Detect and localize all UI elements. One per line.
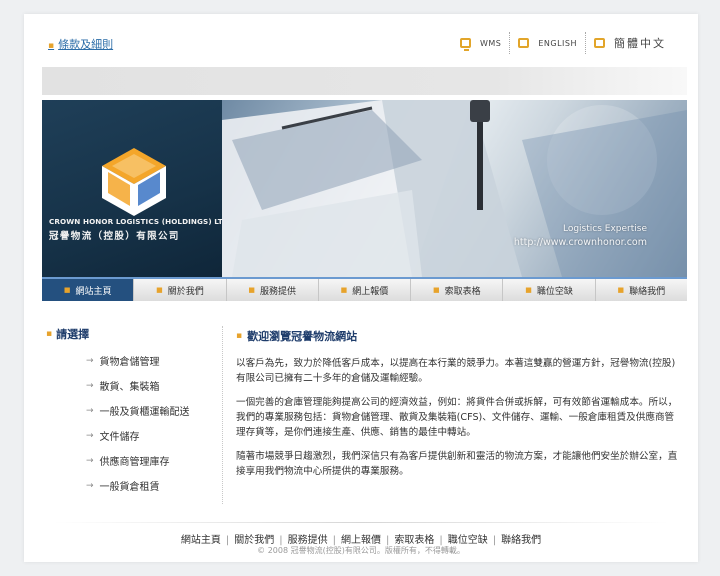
nav-home[interactable]: ■ 網站主頁 bbox=[42, 279, 135, 301]
language-switcher: WMS ENGLISH 簡體中文 bbox=[452, 32, 674, 54]
company-name-chinese: 冠譽物流（控股）有限公司 bbox=[49, 231, 180, 242]
header-band bbox=[42, 67, 687, 95]
lang-simplified-chinese[interactable]: 簡體中文 bbox=[585, 32, 674, 54]
banner-truck-image: Logistics Expertise http://www.crownhono… bbox=[222, 100, 687, 277]
sidebar: ▪ 請選擇 → 貨物倉儲管理 → 散貨、集裝箱 → 一般及貨櫃運輸配送 → 文件儲存 → 供… bbox=[46, 326, 216, 498]
company-name-english: CROWN HONOR LOGISTICS (HOLDINGS) LTD. bbox=[49, 217, 232, 226]
nav-careers[interactable]: ■ 職位空缺 bbox=[503, 279, 596, 301]
sidebar-item-warehouse-management[interactable]: → 貨物倉儲管理 bbox=[46, 348, 216, 373]
arrow-right-icon: → bbox=[86, 405, 94, 416]
sidebar-item-transport-distribution[interactable]: → 一般及貨櫃運輸配送 bbox=[46, 398, 216, 423]
page-container: ▪ 條款及細則 WMS ENGLISH 簡體中文 CROWN HONOR LOG… bbox=[24, 14, 698, 562]
nav-contact-us[interactable]: ■ 聯絡我們 bbox=[596, 279, 687, 301]
lang-wms-label: WMS bbox=[479, 38, 502, 48]
page-title: ▪ 歡迎瀏覽冠譽物流網站 bbox=[236, 328, 681, 344]
sidebar-title: ▪ 請選擇 bbox=[46, 326, 216, 342]
main-nav: ■ 網站主頁 ■ 關於我們 ■ 服務提供 ■ 網上報價 ■ 索取表格 ■ 職位空缺 ■ 聯絡我… bbox=[42, 277, 687, 301]
terms-link-label: 條款及細則 bbox=[58, 38, 114, 51]
sidebar-item-label: 散貨、集裝箱 bbox=[99, 382, 160, 393]
sidebar-item-cfs-container[interactable]: → 散貨、集裝箱 bbox=[46, 373, 216, 398]
copyright: © 2008 冠譽物流(控股)有限公司。版權所有，不得轉載。 bbox=[257, 546, 465, 555]
bullet-icon: ▪ bbox=[46, 329, 53, 339]
arrow-right-icon: → bbox=[86, 430, 94, 441]
nav-services-label: 服務提供 bbox=[260, 286, 297, 297]
truck-illustration bbox=[222, 100, 687, 277]
arrow-right-icon: → bbox=[86, 455, 94, 466]
sidebar-item-warehouse-leasing[interactable]: → 一般貨倉租賃 bbox=[46, 473, 216, 498]
lang-english[interactable]: ENGLISH bbox=[509, 32, 585, 54]
nav-home-label: 網站主頁 bbox=[75, 286, 112, 297]
sidebar-item-label: 貨物倉儲管理 bbox=[99, 357, 160, 368]
lang-simplified-chinese-label: 簡體中文 bbox=[614, 37, 666, 50]
bullet-icon: ▪ bbox=[236, 331, 243, 341]
lang-wms[interactable]: WMS bbox=[452, 32, 509, 54]
nav-online-quote-label: 網上報價 bbox=[352, 286, 389, 297]
sidebar-item-label: 供應商管理庫存 bbox=[99, 457, 170, 468]
nav-online-quote[interactable]: ■ 網上報價 bbox=[319, 279, 412, 301]
nav-marker-icon: ■ bbox=[340, 286, 348, 294]
closing-paragraph: 隨著市場競爭日趨激烈，我們深信只有為客戶提供創新和靈活的物流方案，才能讓他們安坐… bbox=[236, 451, 678, 477]
nav-services[interactable]: ■ 服務提供 bbox=[227, 279, 319, 301]
company-logo-block: CROWN HONOR LOGISTICS (HOLDINGS) LTD. 冠譽… bbox=[42, 100, 232, 277]
arrow-right-icon: → bbox=[86, 480, 94, 491]
banner: CROWN HONOR LOGISTICS (HOLDINGS) LTD. 冠譽… bbox=[42, 100, 687, 277]
nav-marker-icon: ■ bbox=[63, 286, 71, 294]
footer-divider bbox=[54, 522, 669, 523]
sidebar-item-label: 文件儲存 bbox=[99, 432, 140, 443]
nav-about-us[interactable]: ■ 關於我們 bbox=[134, 279, 227, 301]
top-bar: ▪ 條款及細則 WMS ENGLISH 簡體中文 bbox=[24, 14, 698, 66]
nav-careers-label: 職位空缺 bbox=[536, 286, 573, 297]
page-title-label: 歡迎瀏覽冠譽物流網站 bbox=[247, 330, 358, 343]
sidebar-item-label: 一般及貨櫃運輸配送 bbox=[99, 407, 190, 418]
sidebar-item-vendor-managed-inventory[interactable]: → 供應商管理庫存 bbox=[46, 448, 216, 473]
arrow-right-icon: → bbox=[86, 355, 94, 366]
nav-marker-icon: ■ bbox=[248, 286, 255, 294]
sidebar-item-label: 一般貨倉租賃 bbox=[99, 482, 160, 493]
intro-paragraph: 以客戶為先，致力於降低客戶成本，以提高在本行業的競爭力。本著這雙贏的營運方針，冠… bbox=[236, 358, 676, 384]
lang-english-label: ENGLISH bbox=[538, 38, 577, 48]
nav-marker-icon: ■ bbox=[156, 286, 163, 294]
cube-logo-icon bbox=[102, 148, 166, 216]
footer-links: 網站主頁 | 關於我們 | 服務提供 | 網上報價 | 索取表格 | 職位空缺 | 聯絡我們 bbox=[24, 531, 698, 546]
nav-contact-us-label: 聯絡我們 bbox=[629, 286, 666, 297]
services-paragraph: 一個完善的倉庫管理能夠提高公司的經濟效益，例如：將貨件合併或拆解，可有效節省運輸… bbox=[236, 397, 678, 438]
terms-link[interactable]: ▪ 條款及細則 bbox=[48, 36, 113, 52]
monitor-icon bbox=[459, 38, 471, 51]
content-divider bbox=[222, 326, 223, 504]
sidebar-item-document-storage[interactable]: → 文件儲存 bbox=[46, 423, 216, 448]
arrow-right-icon: → bbox=[86, 380, 94, 391]
nav-forms-label: 索取表格 bbox=[444, 286, 481, 297]
sidebar-title-label: 請選擇 bbox=[56, 328, 90, 341]
nav-marker-icon: ■ bbox=[525, 286, 532, 294]
nav-about-us-label: 關於我們 bbox=[167, 286, 204, 297]
flag-icon bbox=[518, 38, 530, 48]
main-content: ▪ 歡迎瀏覽冠譽物流網站 以客戶為先，致力於降低客戶成本，以提高在本行業的競爭力。… bbox=[236, 328, 681, 488]
banner-url: http://www.crownhonor.com bbox=[513, 237, 647, 248]
nav-marker-icon: ■ bbox=[432, 286, 440, 294]
flag-icon bbox=[594, 38, 605, 48]
bullet-icon: ▪ bbox=[48, 41, 55, 51]
banner-slogan: Logistics Expertise bbox=[562, 224, 647, 234]
nav-forms[interactable]: ■ 索取表格 bbox=[411, 279, 504, 301]
nav-marker-icon: ■ bbox=[617, 286, 625, 294]
sidebar-list: → 貨物倉儲管理 → 散貨、集裝箱 → 一般及貨櫃運輸配送 → 文件儲存 → 供應商管理庫… bbox=[46, 348, 216, 498]
